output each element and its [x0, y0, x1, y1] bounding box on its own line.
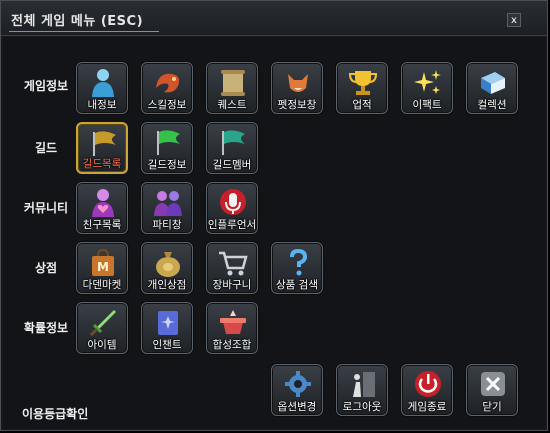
microphone-icon — [220, 189, 246, 215]
dragon-icon — [156, 73, 180, 93]
synthesis-prob-label: 합성조합 — [212, 339, 252, 351]
shop-bag-letter: M — [97, 260, 109, 274]
title-underline — [9, 31, 159, 32]
sparkle-icon — [414, 70, 441, 94]
exit-door-icon — [353, 372, 375, 397]
category-community: 커뮤니티 — [23, 201, 69, 215]
category-shop: 상점 — [34, 261, 58, 275]
product-search-label: 상품 검색 — [276, 279, 318, 291]
effect-label: 이팩트 — [412, 99, 442, 111]
party-label: 파티창 — [152, 219, 182, 231]
my-info-button[interactable]: 내정보 — [76, 62, 128, 114]
influencer-button[interactable]: 인플루언서 — [206, 182, 258, 234]
guild-info-button[interactable]: 길드정보 — [141, 122, 193, 174]
private-shop-button[interactable]: 개인상점 — [141, 242, 193, 294]
guild-list-button[interactable]: 길드목록 — [76, 122, 128, 174]
guild-member-button[interactable]: 길드멤버 — [206, 122, 258, 174]
close-icon — [481, 372, 505, 396]
scroll-icon — [221, 70, 245, 96]
close-menu-button[interactable]: 닫기 — [466, 364, 518, 416]
private-shop-label: 개인상점 — [147, 279, 187, 291]
sword-icon — [89, 310, 116, 337]
enchant-scroll-icon — [158, 311, 178, 335]
book-icon — [481, 72, 505, 94]
options-label: 옵션변경 — [277, 401, 317, 413]
party-icon — [154, 191, 182, 216]
shopping-bag-icon: M — [92, 248, 114, 276]
guild-member-label: 길드멤버 — [212, 159, 252, 171]
quit-game-button[interactable]: 게임종료 — [401, 364, 453, 416]
product-search-button[interactable]: 상품 검색 — [271, 242, 323, 294]
skill-info-button[interactable]: 스킬정보 — [141, 62, 193, 114]
my-info-label: 내정보 — [87, 99, 117, 111]
skill-info-label: 스킬정보 — [147, 99, 187, 111]
logout-label: 로그아웃 — [342, 401, 382, 413]
flag-icon — [157, 130, 180, 155]
daden-market-button[interactable]: M 다덴마켓 — [76, 242, 128, 294]
cart-label: 장바구니 — [212, 279, 252, 291]
cart-button[interactable]: 장바구니 — [206, 242, 258, 294]
quit-game-label: 게임종료 — [407, 401, 447, 413]
close-button[interactable]: x — [507, 13, 521, 27]
daden-market-label: 다덴마켓 — [82, 279, 122, 291]
collection-button[interactable]: 컬렉션 — [466, 62, 518, 114]
flag-icon — [222, 130, 245, 155]
enchant-prob-label: 인챈트 — [152, 339, 182, 351]
category-rating: 이용등급확인 — [22, 407, 89, 421]
item-prob-button[interactable]: 아이템 — [76, 302, 128, 354]
guild-info-label: 길드정보 — [147, 159, 187, 171]
quest-label: 퀘스트 — [217, 99, 247, 111]
close-menu-label: 닫기 — [482, 401, 502, 413]
trophy-icon — [348, 71, 378, 95]
guild-list-label: 길드목록 — [82, 158, 122, 170]
power-icon — [415, 371, 441, 397]
pet-info-label: 펫정보창 — [277, 99, 317, 111]
influencer-label: 인플루언서 — [207, 219, 257, 231]
heart-person-icon — [92, 189, 114, 217]
category-guild: 길드 — [34, 141, 58, 155]
achievement-label: 업적 — [352, 99, 372, 111]
item-prob-label: 아이템 — [87, 339, 117, 351]
game-menu-window: 전체 게임 메뉴 (ESC) x 게임정보 길드 커뮤니티 상점 확률정보 이용… — [0, 0, 548, 431]
friend-list-button[interactable]: 친구목록 — [76, 182, 128, 234]
pet-info-button[interactable]: 펫정보창 — [271, 62, 323, 114]
title-bar: 전체 게임 메뉴 (ESC) x — [1, 1, 547, 36]
party-button[interactable]: 파티창 — [141, 182, 193, 234]
money-bag-icon — [156, 252, 180, 277]
shopping-cart-icon — [219, 251, 248, 276]
enchant-prob-button[interactable]: 인챈트 — [141, 302, 193, 354]
synthesis-prob-button[interactable]: 합성조합 — [206, 302, 258, 354]
collection-label: 컬렉션 — [477, 99, 507, 111]
logout-button[interactable]: 로그아웃 — [336, 364, 388, 416]
gear-icon — [285, 371, 311, 397]
window-title: 전체 게임 메뉴 (ESC) — [11, 14, 144, 29]
category-probability: 확률정보 — [23, 321, 69, 335]
fox-icon — [288, 74, 308, 92]
question-mark-icon — [290, 248, 308, 276]
quest-button[interactable]: 퀘스트 — [206, 62, 258, 114]
person-icon — [92, 69, 114, 97]
flag-icon — [93, 131, 116, 156]
category-game-info: 게임정보 — [23, 79, 69, 93]
options-button[interactable]: 옵션변경 — [271, 364, 323, 416]
altar-icon — [220, 310, 246, 334]
effect-button[interactable]: 이팩트 — [401, 62, 453, 114]
friend-list-label: 친구목록 — [82, 219, 122, 231]
achievement-button[interactable]: 업적 — [336, 62, 388, 114]
